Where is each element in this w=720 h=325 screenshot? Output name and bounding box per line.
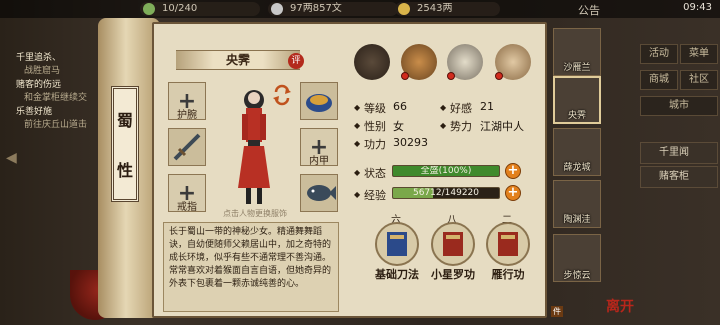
silver-value: 97两857文 <box>290 3 342 14</box>
bullet-icon: ◆ <box>354 168 361 177</box>
scroll-title-char: 蜀 <box>116 111 133 130</box>
skill-slot[interactable] <box>375 222 419 266</box>
scroll-title-char: 性 <box>116 161 133 180</box>
character-list-name: 沙雁兰 <box>563 63 591 73</box>
character-bio: 长于蜀山一带的神秘少女。精通舞舞蹈诀，自幼便随师父赖居山中，加之奇特的成长环境，… <box>163 222 339 312</box>
sword-icon <box>173 133 201 161</box>
scroll-title: 蜀 性 <box>111 86 139 202</box>
side-tab-gambler[interactable]: 赌客柜 <box>640 166 718 188</box>
silver-display[interactable]: 97两857文 <box>268 2 398 16</box>
character-list-name: 陶渊洼 <box>563 215 591 225</box>
stamina-icon <box>143 3 155 15</box>
gender-label: 性别 <box>364 120 386 133</box>
side-tab-quest[interactable]: 千里闻 <box>640 142 718 164</box>
bullet-icon: ◆ <box>354 121 361 130</box>
menu-button[interactable]: 菜单 <box>680 44 718 64</box>
notification-dot <box>495 72 503 80</box>
portrait-hint: 点击人物更换服饰 <box>223 209 287 218</box>
shop-button[interactable]: 商城 <box>640 70 678 90</box>
faction-label: 势力 <box>450 120 472 133</box>
skill-book-icon <box>498 232 518 256</box>
bullet-icon: ◆ <box>354 190 361 199</box>
exp-label: 经验 <box>364 189 386 202</box>
stamina-display[interactable]: 10/240 <box>140 2 260 16</box>
favor-label: 好感 <box>450 102 472 115</box>
notification-dot <box>401 72 409 80</box>
list-badge: 件 <box>551 306 563 317</box>
collapse-arrow-icon[interactable]: ◀ <box>6 150 17 166</box>
skill-name: 基础刀法 <box>375 268 419 281</box>
close-button[interactable]: 离开 <box>606 296 634 316</box>
status-label: 状态 <box>364 167 386 180</box>
quest-desc: 前往庆丘山道击 <box>24 120 88 130</box>
bullet-icon: ◆ <box>440 121 447 130</box>
quest-title: 千里追杀、 <box>16 53 62 63</box>
exp-bar: 56712/149220 <box>392 187 500 199</box>
exp-add-button[interactable]: + <box>505 185 521 201</box>
quest-title: 赌客的伤远 <box>16 80 62 90</box>
equip-slot-pet[interactable] <box>300 174 338 212</box>
inn-icon[interactable] <box>354 44 390 80</box>
quest-desc: 和金掌柜继续交 <box>24 93 88 103</box>
gold-display[interactable]: 2543两 <box>395 2 500 16</box>
character-portrait[interactable] <box>224 84 284 208</box>
power-label: 功力 <box>364 138 386 151</box>
status-bar-text: 全盛(100%) <box>420 166 472 176</box>
level-label: 等级 <box>364 102 386 115</box>
skill-slot[interactable] <box>486 222 530 266</box>
skill-slot[interactable] <box>431 222 475 266</box>
exp-bar-text: 56712/149220 <box>412 188 480 198</box>
character-list-name: 央霁 <box>567 111 586 121</box>
gold-value: 2543两 <box>417 3 453 14</box>
activity-button[interactable]: 活动 <box>640 44 678 64</box>
favor-value: 21 <box>480 100 494 113</box>
skill-name: 小星罗功 <box>431 268 475 281</box>
equip-label-ring: 戒指 <box>177 202 197 213</box>
rate-badge[interactable]: 评 <box>288 53 304 69</box>
stamina-value: 10/240 <box>162 3 198 14</box>
quest-title: 乐善好施 <box>16 107 53 117</box>
skill-book-icon <box>387 232 407 256</box>
social-button[interactable]: 社区 <box>680 70 718 90</box>
skill-name: 雁行功 <box>491 268 525 281</box>
character-list-name: 步惊云 <box>563 271 591 281</box>
equip-slot-head[interactable] <box>300 82 338 120</box>
equip-label-wrist: 护腕 <box>177 110 197 121</box>
bullet-icon: ◆ <box>354 139 361 148</box>
bullet-icon: ◆ <box>440 103 447 112</box>
gold-icon <box>398 3 410 15</box>
notification-dot <box>447 72 455 80</box>
level-value: 66 <box>393 100 407 113</box>
gender-value: 女 <box>393 120 404 133</box>
notice-button[interactable]: 公告 <box>578 2 600 18</box>
faction-value: 江湖中人 <box>480 120 524 133</box>
headgear-icon <box>306 94 332 112</box>
status-bar: 全盛(100%) <box>392 165 500 177</box>
city-button[interactable]: 城市 <box>640 96 718 116</box>
fish-icon <box>307 185 336 201</box>
character-name: 央霁 <box>176 50 300 70</box>
status-add-button[interactable]: + <box>505 163 521 179</box>
clock: 09:43 <box>683 2 712 13</box>
power-value: 30293 <box>393 136 428 149</box>
silver-icon <box>271 3 283 15</box>
bullet-icon: ◆ <box>354 103 361 112</box>
equip-slot-weapon[interactable] <box>168 128 206 166</box>
quest-item[interactable]: 赌客的伤远 和金掌柜继续交 <box>16 79 110 105</box>
equip-label-armor: 内甲 <box>309 156 329 167</box>
quest-item[interactable]: 千里追杀、 战胜窟马 <box>16 52 110 78</box>
quest-desc: 战胜窟马 <box>24 66 61 76</box>
character-list-name: 薛龙城 <box>563 163 591 173</box>
quest-tracker: 千里追杀、 战胜窟马 赌客的伤远 和金掌柜继续交 乐善好施 前往庆丘山道击 <box>16 52 110 133</box>
quest-item[interactable]: 乐善好施 前往庆丘山道击 <box>16 106 110 132</box>
skill-book-icon <box>443 232 463 256</box>
